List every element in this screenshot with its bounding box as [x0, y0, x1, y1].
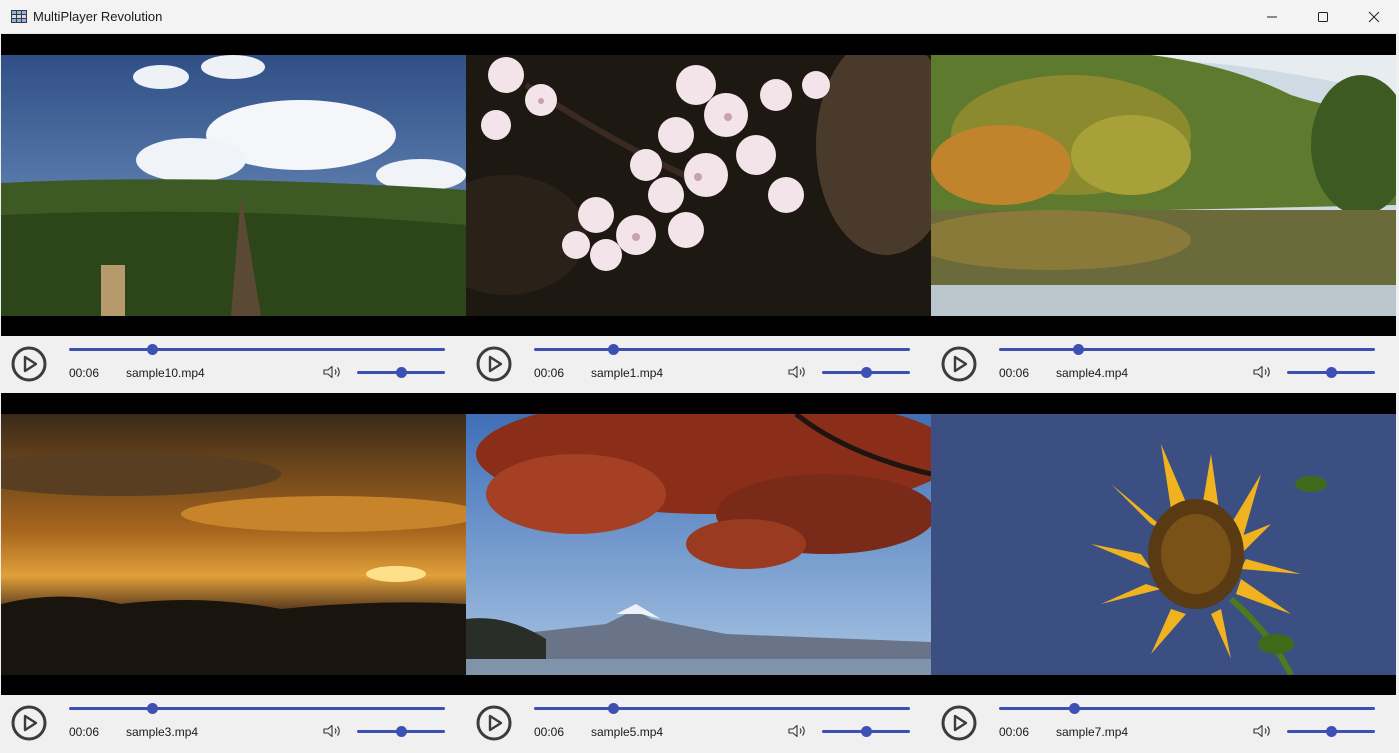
video-frame-image — [1, 55, 466, 316]
player-controls: 00:06 sample4.mp4 — [931, 336, 1396, 393]
play-icon[interactable] — [941, 346, 977, 382]
seek-slider[interactable] — [534, 703, 910, 714]
maximize-button[interactable] — [1297, 0, 1348, 34]
play-icon[interactable] — [476, 705, 512, 741]
video-surface[interactable] — [1, 34, 466, 336]
volume-thumb[interactable] — [1326, 367, 1337, 378]
minimize-button[interactable] — [1246, 0, 1297, 34]
volume-slider[interactable] — [822, 726, 910, 737]
minimize-icon — [1266, 16, 1277, 18]
player-panel: 00:06 sample3.mp4 — [1, 393, 466, 752]
current-time: 00:06 — [999, 366, 1030, 380]
file-name: sample7.mp4 — [1056, 725, 1129, 739]
seek-thumb[interactable] — [146, 703, 158, 714]
volume-thumb[interactable] — [861, 726, 872, 737]
volume-slider[interactable] — [1287, 367, 1375, 378]
speaker-icon[interactable] — [787, 365, 807, 379]
speaker-icon[interactable] — [322, 365, 342, 379]
seek-thumb[interactable] — [1069, 703, 1081, 714]
maximize-icon — [1317, 12, 1328, 22]
current-time: 00:06 — [999, 725, 1030, 739]
player-controls: 00:06 sample10.mp4 — [1, 336, 466, 393]
speaker-icon[interactable] — [787, 724, 807, 738]
player-panel: 00:06 sample1.mp4 — [466, 34, 931, 393]
player-panel: 00:06 sample5.mp4 — [466, 393, 931, 752]
current-time: 00:06 — [534, 366, 565, 380]
speaker-icon[interactable] — [1252, 365, 1272, 379]
video-surface[interactable] — [931, 34, 1396, 336]
player-panel: 00:06 sample4.mp4 — [931, 34, 1396, 393]
volume-thumb[interactable] — [1326, 726, 1337, 737]
player-controls: 00:06 sample7.mp4 — [931, 695, 1396, 752]
speaker-icon[interactable] — [322, 724, 342, 738]
player-grid: 00:06 sample10.mp4 00:06 sample1.mp4 00:… — [0, 34, 1399, 753]
seek-thumb[interactable] — [607, 344, 619, 355]
player-panel: 00:06 sample7.mp4 — [931, 393, 1396, 752]
volume-thumb[interactable] — [396, 726, 407, 737]
player-controls: 00:06 sample1.mp4 — [466, 336, 931, 393]
current-time: 00:06 — [69, 725, 100, 739]
current-time: 00:06 — [534, 725, 565, 739]
seek-slider[interactable] — [69, 703, 445, 714]
file-name: sample10.mp4 — [126, 366, 205, 380]
seek-slider[interactable] — [999, 344, 1375, 355]
video-frame-image — [466, 55, 931, 316]
player-panel: 00:06 sample10.mp4 — [1, 34, 466, 393]
video-frame-image — [931, 414, 1396, 675]
volume-slider[interactable] — [357, 726, 445, 737]
seek-slider[interactable] — [69, 344, 445, 355]
video-frame-image — [1, 414, 466, 675]
volume-slider[interactable] — [1287, 726, 1375, 737]
file-name: sample3.mp4 — [126, 725, 199, 739]
video-surface[interactable] — [1, 393, 466, 695]
current-time: 00:06 — [69, 366, 100, 380]
video-frame-image — [931, 55, 1396, 316]
volume-thumb[interactable] — [861, 367, 872, 378]
play-icon[interactable] — [476, 346, 512, 382]
seek-slider[interactable] — [999, 703, 1375, 714]
title-bar: MultiPlayer Revolution — [0, 0, 1399, 34]
file-name: sample4.mp4 — [1056, 366, 1129, 380]
file-name: sample1.mp4 — [591, 366, 664, 380]
play-icon[interactable] — [11, 705, 47, 741]
player-controls: 00:06 sample5.mp4 — [466, 695, 931, 752]
volume-thumb[interactable] — [396, 367, 407, 378]
window-controls — [1246, 0, 1399, 34]
seek-thumb[interactable] — [146, 344, 158, 355]
seek-slider[interactable] — [534, 344, 910, 355]
close-button[interactable] — [1348, 0, 1399, 34]
video-frame-image — [466, 414, 931, 675]
speaker-icon[interactable] — [1252, 724, 1272, 738]
volume-slider[interactable] — [357, 367, 445, 378]
play-icon[interactable] — [11, 346, 47, 382]
video-surface[interactable] — [931, 393, 1396, 695]
video-surface[interactable] — [466, 393, 931, 695]
player-controls: 00:06 sample3.mp4 — [1, 695, 466, 752]
volume-slider[interactable] — [822, 367, 910, 378]
seek-thumb[interactable] — [1072, 344, 1084, 355]
film-grid-icon — [11, 10, 27, 23]
window-title: MultiPlayer Revolution — [33, 9, 163, 24]
seek-thumb[interactable] — [607, 703, 619, 714]
play-icon[interactable] — [941, 705, 977, 741]
close-icon — [1368, 11, 1379, 23]
video-surface[interactable] — [466, 34, 931, 336]
file-name: sample5.mp4 — [591, 725, 664, 739]
